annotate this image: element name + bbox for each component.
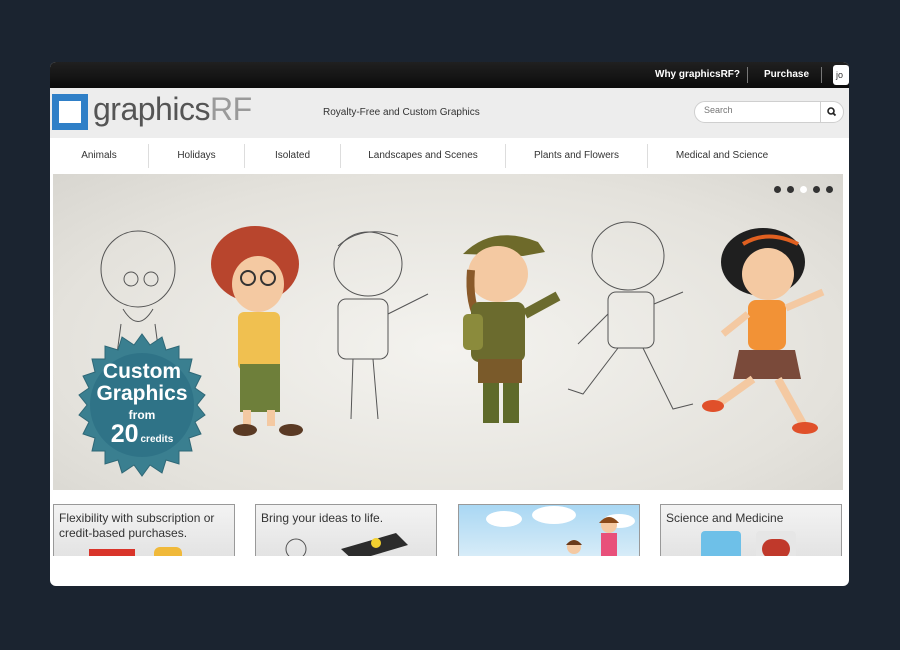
purchase-link[interactable]: Purchase: [764, 62, 809, 88]
nav-item-animals[interactable]: Animals: [50, 138, 148, 174]
category-nav: Animals Holidays Isolated Landscapes and…: [50, 138, 849, 174]
feature-cards: Flexibility with subscription or credit-…: [50, 504, 849, 556]
nav-item-landscapes[interactable]: Landscapes and Scenes: [341, 138, 505, 174]
badge-line-custom: Custom: [102, 360, 182, 383]
logo-main-text: graphics: [93, 91, 210, 127]
kids-scene-icon: [486, 506, 635, 556]
nav-item-isolated[interactable]: Isolated: [245, 138, 340, 174]
logo-accent-text: RF: [209, 91, 252, 127]
tablet-sketch-icon: [285, 533, 408, 556]
molecule-icon: [701, 531, 741, 556]
hero-slider[interactable]: Custom Graphics from 20 credits: [53, 174, 843, 490]
topbar-divider: [747, 67, 748, 83]
nav-item-holidays[interactable]: Holidays: [149, 138, 244, 174]
custom-graphics-badge[interactable]: Custom Graphics from 20 credits: [67, 332, 217, 482]
top-bar: Why graphicsRF? Purchase jo: [50, 62, 849, 88]
badge-line-graphics: Graphics: [96, 382, 188, 405]
site-header: graphicsRF Royalty-Free and Custom Graph…: [50, 88, 849, 138]
topbar-divider: [821, 67, 822, 83]
card-title: Science and Medicine: [666, 511, 784, 525]
badge-starburst-icon: [78, 333, 206, 477]
search-box: [694, 101, 844, 123]
coins-icon: [154, 547, 182, 556]
nav-item-medical[interactable]: Medical and Science: [648, 138, 796, 174]
why-graphicsrf-link[interactable]: Why graphicsRF?: [655, 62, 740, 88]
feature-card-ideas[interactable]: Bring your ideas to life.: [255, 504, 437, 556]
feature-card-pricing[interactable]: Flexibility with subscription or credit-…: [53, 504, 235, 556]
site-tagline: Royalty-Free and Custom Graphics: [323, 107, 480, 118]
badge-unit: credits: [140, 434, 174, 445]
browser-window: Why graphicsRF? Purchase jo graphicsRF R…: [50, 62, 849, 586]
search-button[interactable]: [820, 102, 843, 122]
logo-square-icon: [52, 94, 88, 130]
site-logo[interactable]: graphicsRF: [52, 91, 252, 132]
card-title: Flexibility with subscription or credit-…: [59, 511, 215, 540]
nav-item-plants[interactable]: Plants and Flowers: [506, 138, 647, 174]
search-input[interactable]: [704, 105, 814, 115]
feature-card-scenes[interactable]: [458, 504, 640, 556]
badge-amount: 20: [110, 420, 139, 448]
logo-wordmark: graphicsRF: [93, 91, 252, 128]
badge-price: 20 credits: [67, 420, 217, 449]
calendar-icon: [89, 549, 135, 556]
liver-icon: [762, 539, 790, 556]
search-icon: [827, 107, 837, 117]
feature-card-science[interactable]: Science and Medicine: [660, 504, 842, 556]
login-field[interactable]: jo: [833, 65, 849, 85]
